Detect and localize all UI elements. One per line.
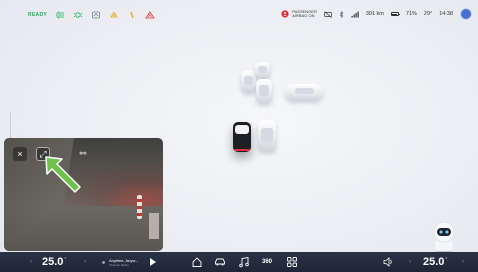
profile-avatar[interactable] (460, 8, 472, 20)
bottom-control-bar: ‹ 25.0 ° › Anytime, Anyw... Chinese Radi… (0, 252, 478, 272)
parking-lights-icon (73, 12, 83, 18)
media-player[interactable]: Anytime, Anyw... Chinese Radio (102, 252, 157, 272)
parked-car (258, 120, 276, 151)
low-beam-icon (56, 11, 65, 19)
dock-apps[interactable] (286, 252, 298, 272)
car-display-screen: READY PASSENGER AIRBAG ON 391 km 71% 29°… (0, 0, 478, 272)
clock: 14:38 (439, 11, 453, 17)
cellular-icon (351, 11, 359, 17)
dock-home[interactable] (191, 252, 203, 272)
parked-car (241, 70, 256, 92)
parked-car (255, 62, 270, 78)
driver-temp-unit: ° (64, 257, 67, 263)
pointer-arrow-icon (45, 156, 81, 193)
battery-percent: 71% (405, 11, 417, 17)
seatbelt-icon (130, 11, 134, 19)
status-bar-left: READY (28, 9, 155, 21)
chevron-right-icon: › (84, 259, 86, 265)
driver-temp-increase[interactable]: › (84, 252, 86, 272)
camera-360-icon: 360 (262, 259, 273, 265)
driver-temp-decrease[interactable]: ‹ (30, 252, 32, 272)
close-icon[interactable]: × (13, 147, 27, 161)
steering-assist-icon (110, 11, 118, 18)
passenger-temp-value: 25.0 (423, 256, 445, 268)
music-icon (239, 256, 249, 268)
media-subtitle: Chinese Radio (109, 262, 129, 267)
outside-temperature: 29° (423, 11, 433, 17)
home-icon (192, 257, 202, 267)
volume-icon (383, 257, 392, 267)
passenger-temperature[interactable]: 25.0 ° (423, 252, 447, 272)
driver-temp-value: 25.0 (42, 256, 64, 268)
lane-marker (10, 112, 11, 138)
airbag-label-line2: AIRBAG ON (292, 13, 315, 18)
chevron-left-icon: ‹ (409, 259, 411, 265)
volume-control[interactable] (382, 252, 394, 272)
apps-icon (287, 257, 297, 267)
car-icon (215, 258, 225, 266)
chevron-right-icon: › (462, 259, 464, 265)
auto-headlight-icon (92, 11, 100, 19)
dock-music[interactable] (238, 252, 250, 272)
parked-car (256, 79, 272, 103)
camera-warning-pole (137, 195, 142, 219)
driver-temperature[interactable]: 25.0 ° (42, 252, 66, 272)
battery-icon (390, 12, 400, 16)
passenger-temp-increase[interactable]: › (462, 252, 464, 272)
warning-triangle-icon (145, 11, 155, 19)
assistant-robot-icon[interactable] (426, 220, 462, 254)
dock-360-camera[interactable]: 360 (262, 252, 272, 272)
chevron-left-icon: ‹ (30, 259, 32, 265)
no-signal-icon (323, 10, 332, 18)
range-readout: 391 km (365, 11, 384, 17)
bluetooth-icon (339, 10, 344, 18)
passenger-temp-decrease[interactable]: ‹ (409, 252, 411, 272)
dock-car[interactable] (214, 252, 226, 272)
ego-vehicle (233, 122, 251, 152)
passenger-temp-unit: ° (445, 257, 448, 263)
media-title: Anytime, Anyw... (109, 257, 139, 263)
airbag-icon (281, 10, 289, 18)
ready-indicator: READY (28, 12, 48, 18)
status-bar-right: PASSENGER AIRBAG ON 391 km 71% 29° 14:38 (281, 6, 472, 22)
media-source-icon (102, 260, 105, 264)
play-icon[interactable] (150, 258, 157, 266)
camera-pillar (149, 213, 159, 239)
parked-car (285, 84, 323, 100)
passenger-airbag-status: PASSENGER AIRBAG ON (281, 9, 317, 19)
